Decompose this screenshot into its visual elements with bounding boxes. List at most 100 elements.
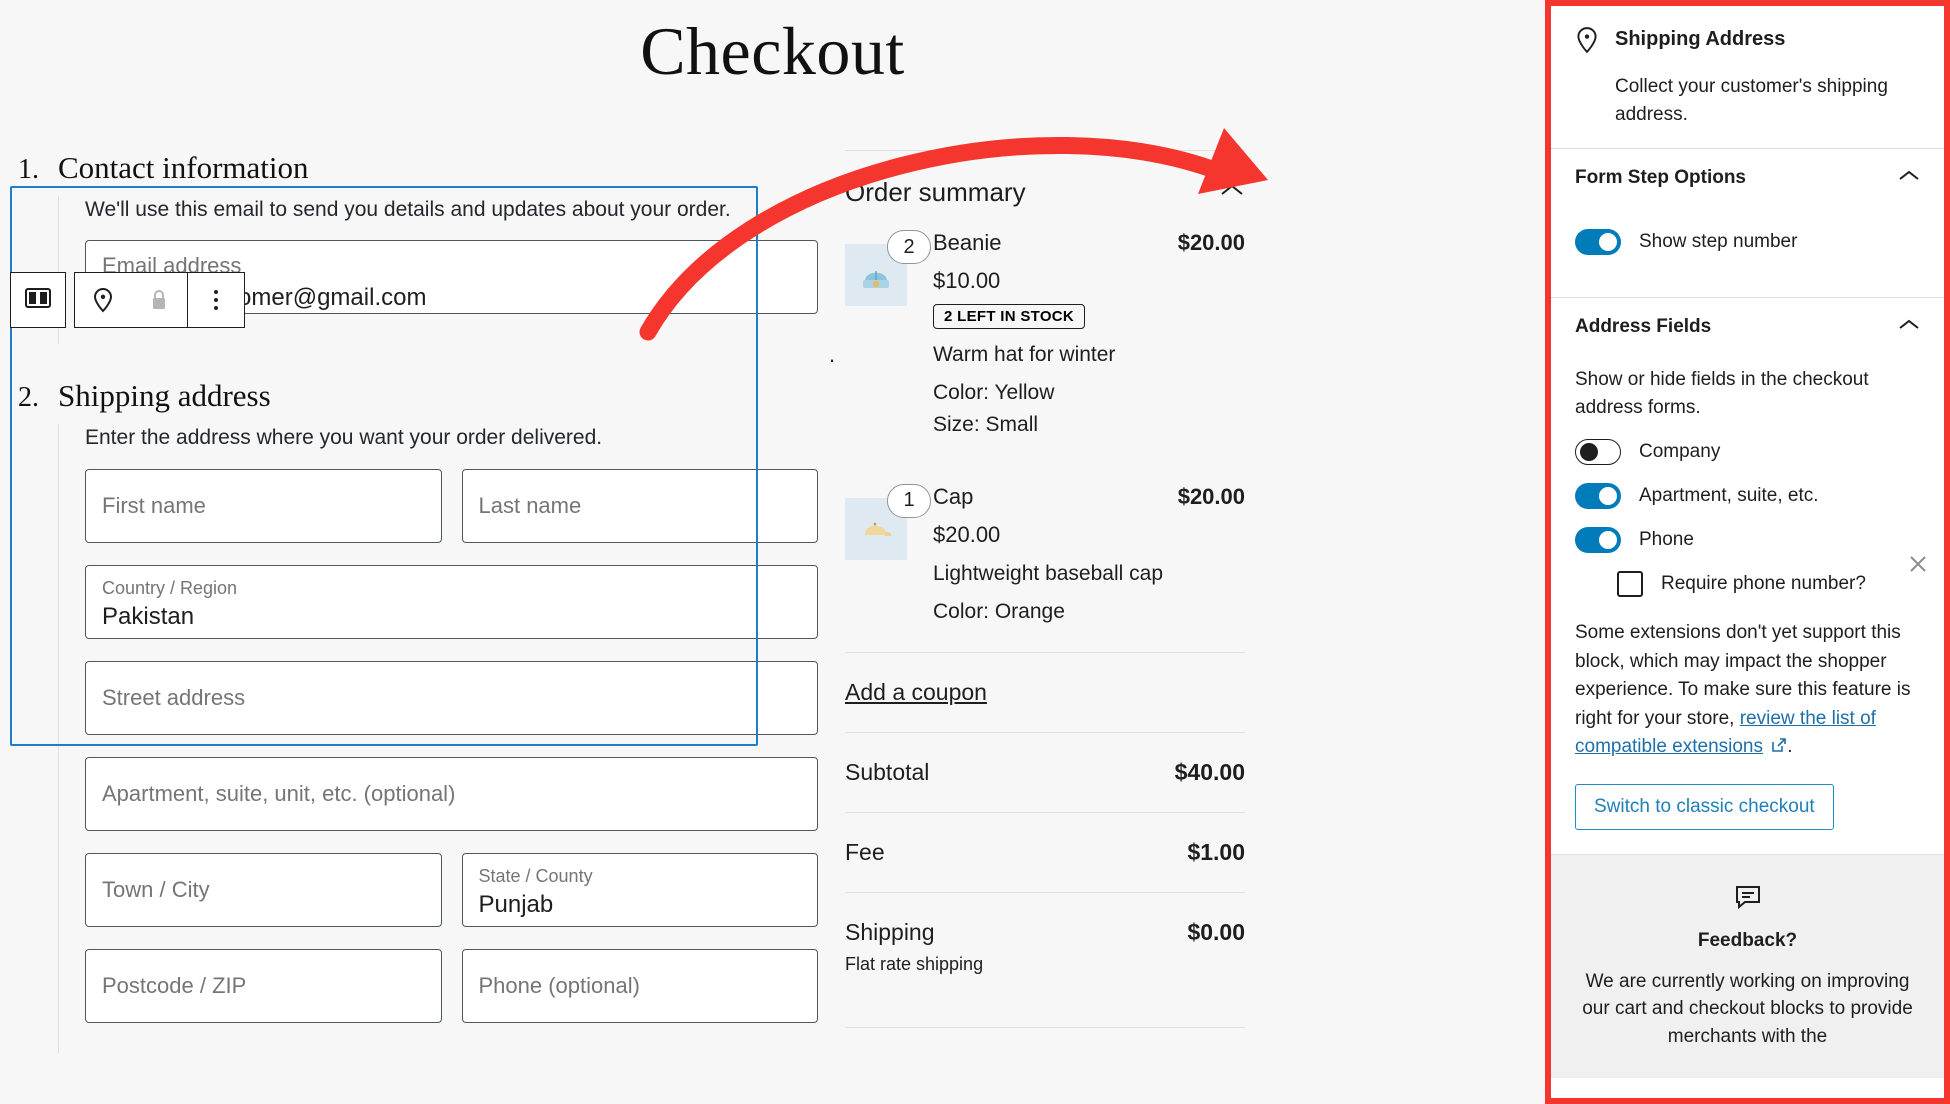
order-summary-panel: Order summary 2 . Beanie $20.00 $10.00 2… bbox=[829, 150, 1245, 1029]
block-type-button[interactable] bbox=[10, 272, 66, 328]
step-2-title: Shipping address bbox=[58, 378, 271, 414]
feedback-section: Feedback? We are currently working on im… bbox=[1551, 853, 1944, 1079]
block-layout-icon bbox=[25, 287, 51, 314]
step-1-description: We'll use this email to send you details… bbox=[85, 198, 731, 221]
editor-canvas: Checkout 1. Contact information We'll us… bbox=[0, 0, 1545, 1104]
totals-row-shipping: Shipping Flat rate shipping $0.00 bbox=[845, 892, 1245, 1001]
more-options-icon[interactable] bbox=[188, 273, 244, 327]
cart-item-unit-price: $20.00 bbox=[933, 521, 1001, 547]
cart-item-description: Lightweight baseball cap bbox=[933, 561, 1163, 585]
panel-address-fields-header[interactable]: Address Fields bbox=[1551, 298, 1944, 350]
sidebar-block-description: Collect your customer's shipping address… bbox=[1615, 76, 1888, 125]
last-name-placeholder: Last name bbox=[478, 492, 582, 518]
country-region-label: Country / Region bbox=[102, 577, 238, 598]
toggle-phone[interactable]: Phone bbox=[1575, 527, 1920, 554]
toggle-label: Show step number bbox=[1639, 231, 1798, 253]
cart-item-attribute: Size: Small bbox=[933, 413, 1039, 437]
step-2-number: 2. bbox=[18, 382, 39, 414]
order-summary-title: Order summary bbox=[845, 177, 1026, 207]
toggle-label: Phone bbox=[1639, 529, 1694, 551]
external-link-icon bbox=[1763, 736, 1787, 757]
postcode-field[interactable]: Postcode / ZIP bbox=[85, 948, 442, 1023]
stock-badge: 2 LEFT IN STOCK bbox=[933, 304, 1086, 329]
cart-item-attribute: Color: Yellow bbox=[933, 381, 1055, 404]
panel-form-step-options-header[interactable]: Form Step Options bbox=[1551, 149, 1944, 201]
toggle-switch[interactable] bbox=[1575, 483, 1621, 510]
lock-icon bbox=[131, 273, 187, 327]
sidebar-block-header: Shipping Address Collect your customer's… bbox=[1551, 6, 1944, 150]
toggle-switch[interactable] bbox=[1575, 527, 1621, 554]
cart-item: 1 Cap $20.00 $20.00 Lightweight baseball… bbox=[845, 483, 1245, 626]
feedback-comment-icon bbox=[1734, 885, 1762, 915]
step-2-description: Enter the address where you want your or… bbox=[85, 426, 603, 450]
panel-address-fields: Address Fields Show or hide fields in th… bbox=[1551, 298, 1944, 854]
checkbox-require-phone[interactable]: Require phone number? bbox=[1617, 571, 1920, 598]
cart-item-total: $20.00 bbox=[1177, 483, 1245, 509]
checkbox-label: Require phone number? bbox=[1661, 573, 1866, 595]
close-icon[interactable] bbox=[1906, 552, 1930, 580]
address-fields-helper: Show or hide fields in the checkout addr… bbox=[1575, 369, 1869, 418]
postcode-placeholder: Postcode / ZIP bbox=[102, 972, 247, 998]
block-toolbar-actions[interactable] bbox=[74, 272, 245, 328]
last-name-field[interactable]: Last name bbox=[461, 468, 818, 543]
totals-row-subtotal: Subtotal $40.00 bbox=[845, 732, 1245, 812]
street-address-field[interactable]: Street address bbox=[85, 660, 818, 735]
totals-label: Subtotal bbox=[845, 759, 930, 786]
city-placeholder: Town / City bbox=[102, 876, 210, 902]
cart-item-name: Cap bbox=[933, 483, 974, 509]
sidebar-block-title: Shipping Address bbox=[1615, 28, 1786, 50]
cart-item: 2 . Beanie $20.00 $10.00 2 LEFT IN STOCK… bbox=[829, 230, 1245, 440]
panel-form-step-options-body: Show step number bbox=[1551, 201, 1944, 297]
checkbox-box[interactable] bbox=[1617, 571, 1643, 598]
totals-label: Shipping bbox=[845, 919, 935, 946]
state-county-label: State / County bbox=[478, 865, 593, 886]
toggle-company[interactable]: Company bbox=[1575, 439, 1920, 466]
state-county-value: Punjab bbox=[478, 891, 554, 919]
panel-address-fields-body: Show or hide fields in the checkout addr… bbox=[1551, 350, 1944, 854]
cart-item-name: Beanie bbox=[933, 230, 1002, 255]
order-summary-header[interactable]: Order summary bbox=[845, 150, 1245, 208]
switch-to-classic-checkout-button[interactable]: Switch to classic checkout bbox=[1575, 783, 1834, 830]
block-toolbar[interactable] bbox=[10, 272, 245, 328]
street-address-placeholder: Street address bbox=[102, 684, 246, 710]
step-shipping-address[interactable]: 2. Shipping address Enter the address wh… bbox=[18, 378, 818, 1053]
map-pin-icon[interactable] bbox=[75, 273, 131, 327]
totals-label: Fee bbox=[845, 839, 885, 866]
first-name-placeholder: First name bbox=[102, 492, 206, 518]
toggle-apartment[interactable]: Apartment, suite, etc. bbox=[1575, 483, 1920, 510]
toggle-switch[interactable] bbox=[1575, 439, 1621, 466]
phone-field[interactable]: Phone (optional) bbox=[461, 948, 818, 1023]
chevron-up-icon[interactable] bbox=[1898, 318, 1920, 337]
step-1-heading: 1. Contact information bbox=[18, 150, 818, 186]
apartment-field[interactable]: Apartment, suite, unit, etc. (optional) bbox=[85, 756, 818, 831]
inspector-sidebar: Shipping Address Collect your customer's… bbox=[1545, 0, 1950, 1104]
cart-item-description: Warm hat for winter bbox=[933, 343, 1116, 366]
step-1-title: Contact information bbox=[58, 150, 309, 185]
cart-item-quantity: 2 bbox=[887, 230, 931, 264]
page-title: Checkout bbox=[640, 13, 905, 89]
panel-form-step-options: Form Step Options Show step number bbox=[1551, 149, 1944, 299]
add-coupon-link[interactable]: Add a coupon bbox=[845, 653, 1245, 732]
first-name-field[interactable]: First name bbox=[85, 468, 442, 543]
cart-item-total: $20.00 bbox=[1177, 230, 1245, 255]
step-2-heading: 2. Shipping address bbox=[18, 378, 818, 414]
toggle-label: Apartment, suite, etc. bbox=[1639, 485, 1819, 507]
step-1-number: 1. bbox=[18, 154, 39, 185]
country-region-field[interactable]: Country / Region Pakistan bbox=[85, 564, 818, 639]
cart-item-unit-price: $10.00 bbox=[933, 268, 1001, 293]
totals-value: $1.00 bbox=[1187, 839, 1245, 866]
toggle-switch[interactable] bbox=[1575, 229, 1621, 256]
state-county-field[interactable]: State / County Punjab bbox=[461, 852, 818, 927]
feedback-text: We are currently working on improving ou… bbox=[1582, 970, 1913, 1047]
panel-title: Form Step Options bbox=[1575, 167, 1746, 189]
toggle-show-step-number[interactable]: Show step number bbox=[1575, 229, 1920, 256]
totals-sublabel: Flat rate shipping bbox=[845, 954, 984, 975]
panel-title: Address Fields bbox=[1575, 316, 1712, 338]
compatibility-notice: Some extensions don't yet support this b… bbox=[1575, 619, 1920, 762]
chevron-up-icon[interactable] bbox=[1219, 181, 1245, 204]
country-region-value: Pakistan bbox=[102, 603, 195, 631]
list-bullet: . bbox=[829, 342, 836, 367]
chevron-up-icon[interactable] bbox=[1898, 169, 1920, 188]
city-field[interactable]: Town / City bbox=[85, 852, 442, 927]
totals-row-fee: Fee $1.00 bbox=[845, 812, 1245, 892]
